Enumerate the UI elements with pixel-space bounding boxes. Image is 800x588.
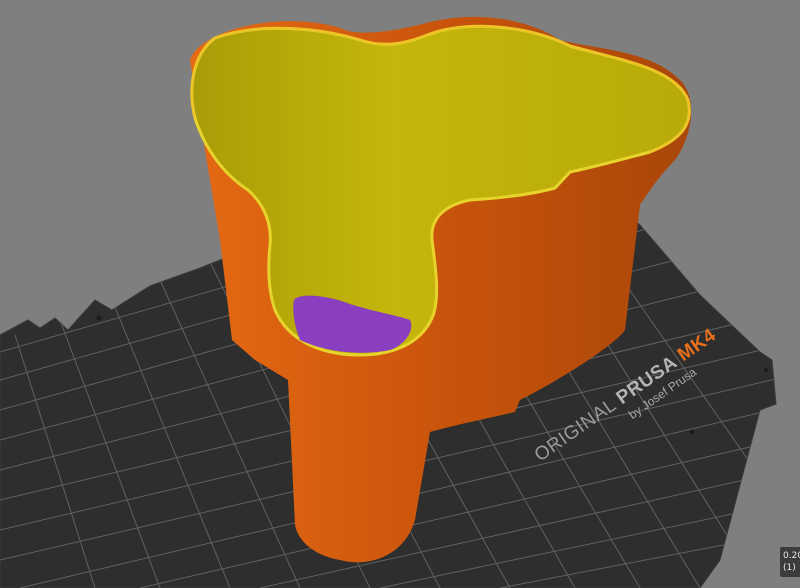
bed-pin	[689, 429, 695, 435]
layer-legend[interactable]: 0.20 (1)	[780, 547, 800, 577]
3d-viewport[interactable]: ORIGINAL PRUSA MK4 by Josef Prusa	[0, 0, 800, 588]
bed-pin	[764, 368, 768, 372]
legend-layer-height: 0.20	[783, 551, 800, 561]
legend-extruder: (1)	[783, 563, 796, 573]
bed-pin	[96, 315, 102, 321]
